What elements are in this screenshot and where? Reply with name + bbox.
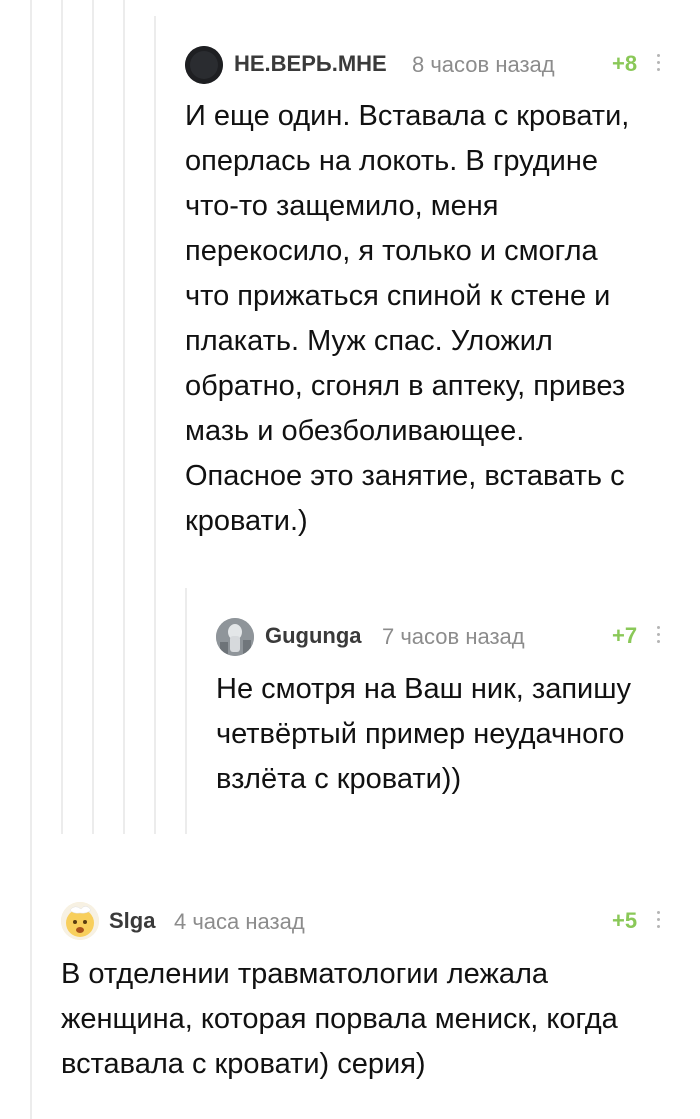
comment-text-line: обратно, сгонял в аптеку, привез	[185, 370, 626, 402]
comment-time[interactable]: 8 часов назад	[412, 52, 555, 78]
comment: НЕ.ВЕРЬ.МНЕ 8 часов назад +8 И еще один.…	[185, 44, 685, 564]
comment-time[interactable]: 4 часа назад	[174, 909, 305, 935]
comment-text: И еще один. Вставала с кровати, оперлась…	[185, 94, 685, 544]
thread-line	[154, 16, 156, 834]
comment-author[interactable]: Slga	[109, 908, 155, 934]
comment-rating: +5	[612, 908, 638, 933]
more-options-icon[interactable]	[657, 626, 661, 647]
avatar-grey-photo-icon[interactable]	[216, 618, 254, 656]
comment: Gugunga 7 часов назад +7 Не смотря на Ва…	[216, 616, 686, 816]
comment-text-line: взлёта с кровати))	[216, 763, 462, 795]
comment-text-line: Опасное это занятие, вставать с	[185, 460, 625, 492]
comment-text-line: Не смотря на Ваш ник, запишу	[216, 673, 632, 705]
comment-text-line: что прижаться спиной к стене и	[185, 280, 611, 312]
comment-text-line: женщина, которая порвала мениск, когда	[61, 1003, 618, 1035]
avatar-yellow-emoji-icon[interactable]	[61, 902, 99, 940]
comment-text-line: плакать. Муж спас. Уложил	[185, 325, 553, 357]
thread-line	[92, 0, 94, 834]
comment-text: Не смотря на Ваш ник, запишу четвёртый п…	[216, 667, 686, 802]
comment-text-line: четвёртый пример неудачного	[216, 718, 625, 750]
comment-header: Slga 4 часа назад +5	[61, 900, 686, 944]
comment-header: Gugunga 7 часов назад +7	[216, 616, 686, 660]
more-options-icon[interactable]	[657, 54, 661, 75]
comment-author[interactable]: НЕ.ВЕРЬ.МНЕ	[234, 51, 387, 77]
avatar-dark-circle-icon[interactable]	[185, 46, 223, 84]
comment-text-line: В отделении травматологии лежала	[61, 958, 549, 990]
comment-text-line: что-то защемило, меня	[185, 190, 499, 222]
thread-line	[185, 588, 187, 834]
comment-author[interactable]: Gugunga	[265, 623, 362, 649]
comment-rating: +8	[612, 51, 638, 76]
thread-line	[123, 0, 125, 834]
comment-rating: +7	[612, 623, 638, 648]
comment-text-line: перекосило, я только и смогла	[185, 235, 598, 267]
more-options-icon[interactable]	[657, 911, 661, 932]
comment-text-line: И еще один. Вставала с кровати,	[185, 100, 630, 132]
comment: Slga 4 часа назад +5 В отделении травмат…	[61, 900, 686, 1100]
thread-line	[30, 0, 32, 1119]
comment-text: В отделении травматологии лежала женщина…	[61, 952, 686, 1087]
comment-text-line: оперлась на локоть. В грудине	[185, 145, 598, 177]
thread-line	[61, 0, 63, 834]
comment-time[interactable]: 7 часов назад	[382, 624, 525, 650]
comment-text-line: мазь и обезболивающее.	[185, 415, 525, 447]
comment-text-line: кровати.)	[185, 505, 308, 537]
comment-header: НЕ.ВЕРЬ.МНЕ 8 часов назад +8	[185, 44, 685, 88]
comment-text-line: вставала с кровати) серия)	[61, 1048, 426, 1080]
